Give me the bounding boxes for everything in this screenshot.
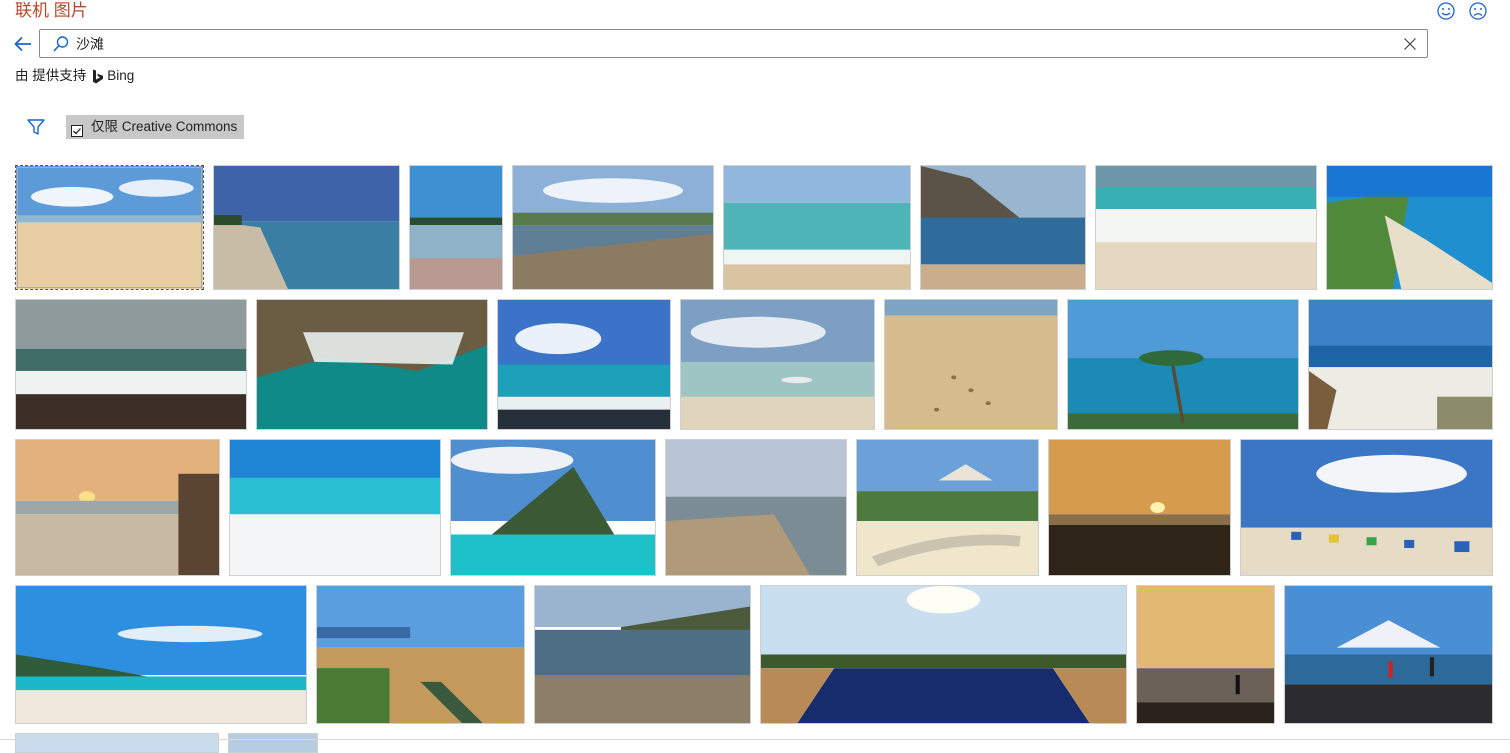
bing-brand-text: Bing xyxy=(107,68,135,83)
image-result[interactable] xyxy=(884,299,1058,430)
image-result[interactable] xyxy=(1240,439,1493,576)
creative-commons-checkbox[interactable]: 仅限 Creative Commons xyxy=(66,115,244,139)
powered-by-text: 由 提供支持 xyxy=(15,68,87,83)
image-result[interactable] xyxy=(534,585,751,724)
frown-icon[interactable] xyxy=(1468,1,1488,21)
image-result[interactable] xyxy=(229,439,441,576)
image-result[interactable] xyxy=(316,585,525,724)
image-result[interactable] xyxy=(1048,439,1231,576)
image-result[interactable] xyxy=(920,165,1086,290)
smile-icon[interactable] xyxy=(1436,1,1456,21)
image-result[interactable] xyxy=(450,439,656,576)
image-result[interactable] xyxy=(760,585,1127,724)
image-result[interactable] xyxy=(256,299,488,430)
image-result[interactable] xyxy=(497,299,671,430)
image-result[interactable] xyxy=(1067,299,1299,430)
image-result[interactable] xyxy=(1095,165,1317,290)
powered-by: 由 提供支持 Bing xyxy=(15,67,134,85)
creative-commons-label: 仅限 Creative Commons xyxy=(91,119,238,134)
back-arrow-icon[interactable] xyxy=(13,33,33,55)
image-result[interactable] xyxy=(723,165,911,290)
image-result[interactable] xyxy=(1308,299,1493,430)
close-icon[interactable] xyxy=(1401,35,1419,53)
image-result[interactable] xyxy=(1284,585,1493,724)
bottom-divider xyxy=(0,739,1510,740)
image-result[interactable] xyxy=(15,733,219,753)
image-result[interactable] xyxy=(680,299,875,430)
image-result[interactable] xyxy=(1136,585,1275,724)
bing-logo-icon xyxy=(92,69,104,84)
checkbox-checked-icon xyxy=(71,121,83,137)
image-result[interactable] xyxy=(15,585,307,724)
search-box[interactable] xyxy=(39,29,1428,58)
search-icon xyxy=(52,35,70,53)
image-result[interactable] xyxy=(15,165,204,290)
smile-icon-graphic xyxy=(1437,2,1455,20)
app-title: 联机 图片 xyxy=(15,1,88,20)
image-result[interactable] xyxy=(856,439,1039,576)
image-result[interactable] xyxy=(15,299,247,430)
image-result[interactable] xyxy=(15,439,220,576)
image-result[interactable] xyxy=(512,165,714,290)
image-result[interactable] xyxy=(409,165,503,290)
search-input[interactable] xyxy=(76,33,1376,55)
image-result[interactable] xyxy=(665,439,847,576)
frown-icon-graphic xyxy=(1469,2,1487,20)
image-result[interactable] xyxy=(1326,165,1493,290)
funnel-icon[interactable] xyxy=(24,116,48,138)
image-result[interactable] xyxy=(213,165,400,290)
image-result[interactable] xyxy=(228,733,318,753)
